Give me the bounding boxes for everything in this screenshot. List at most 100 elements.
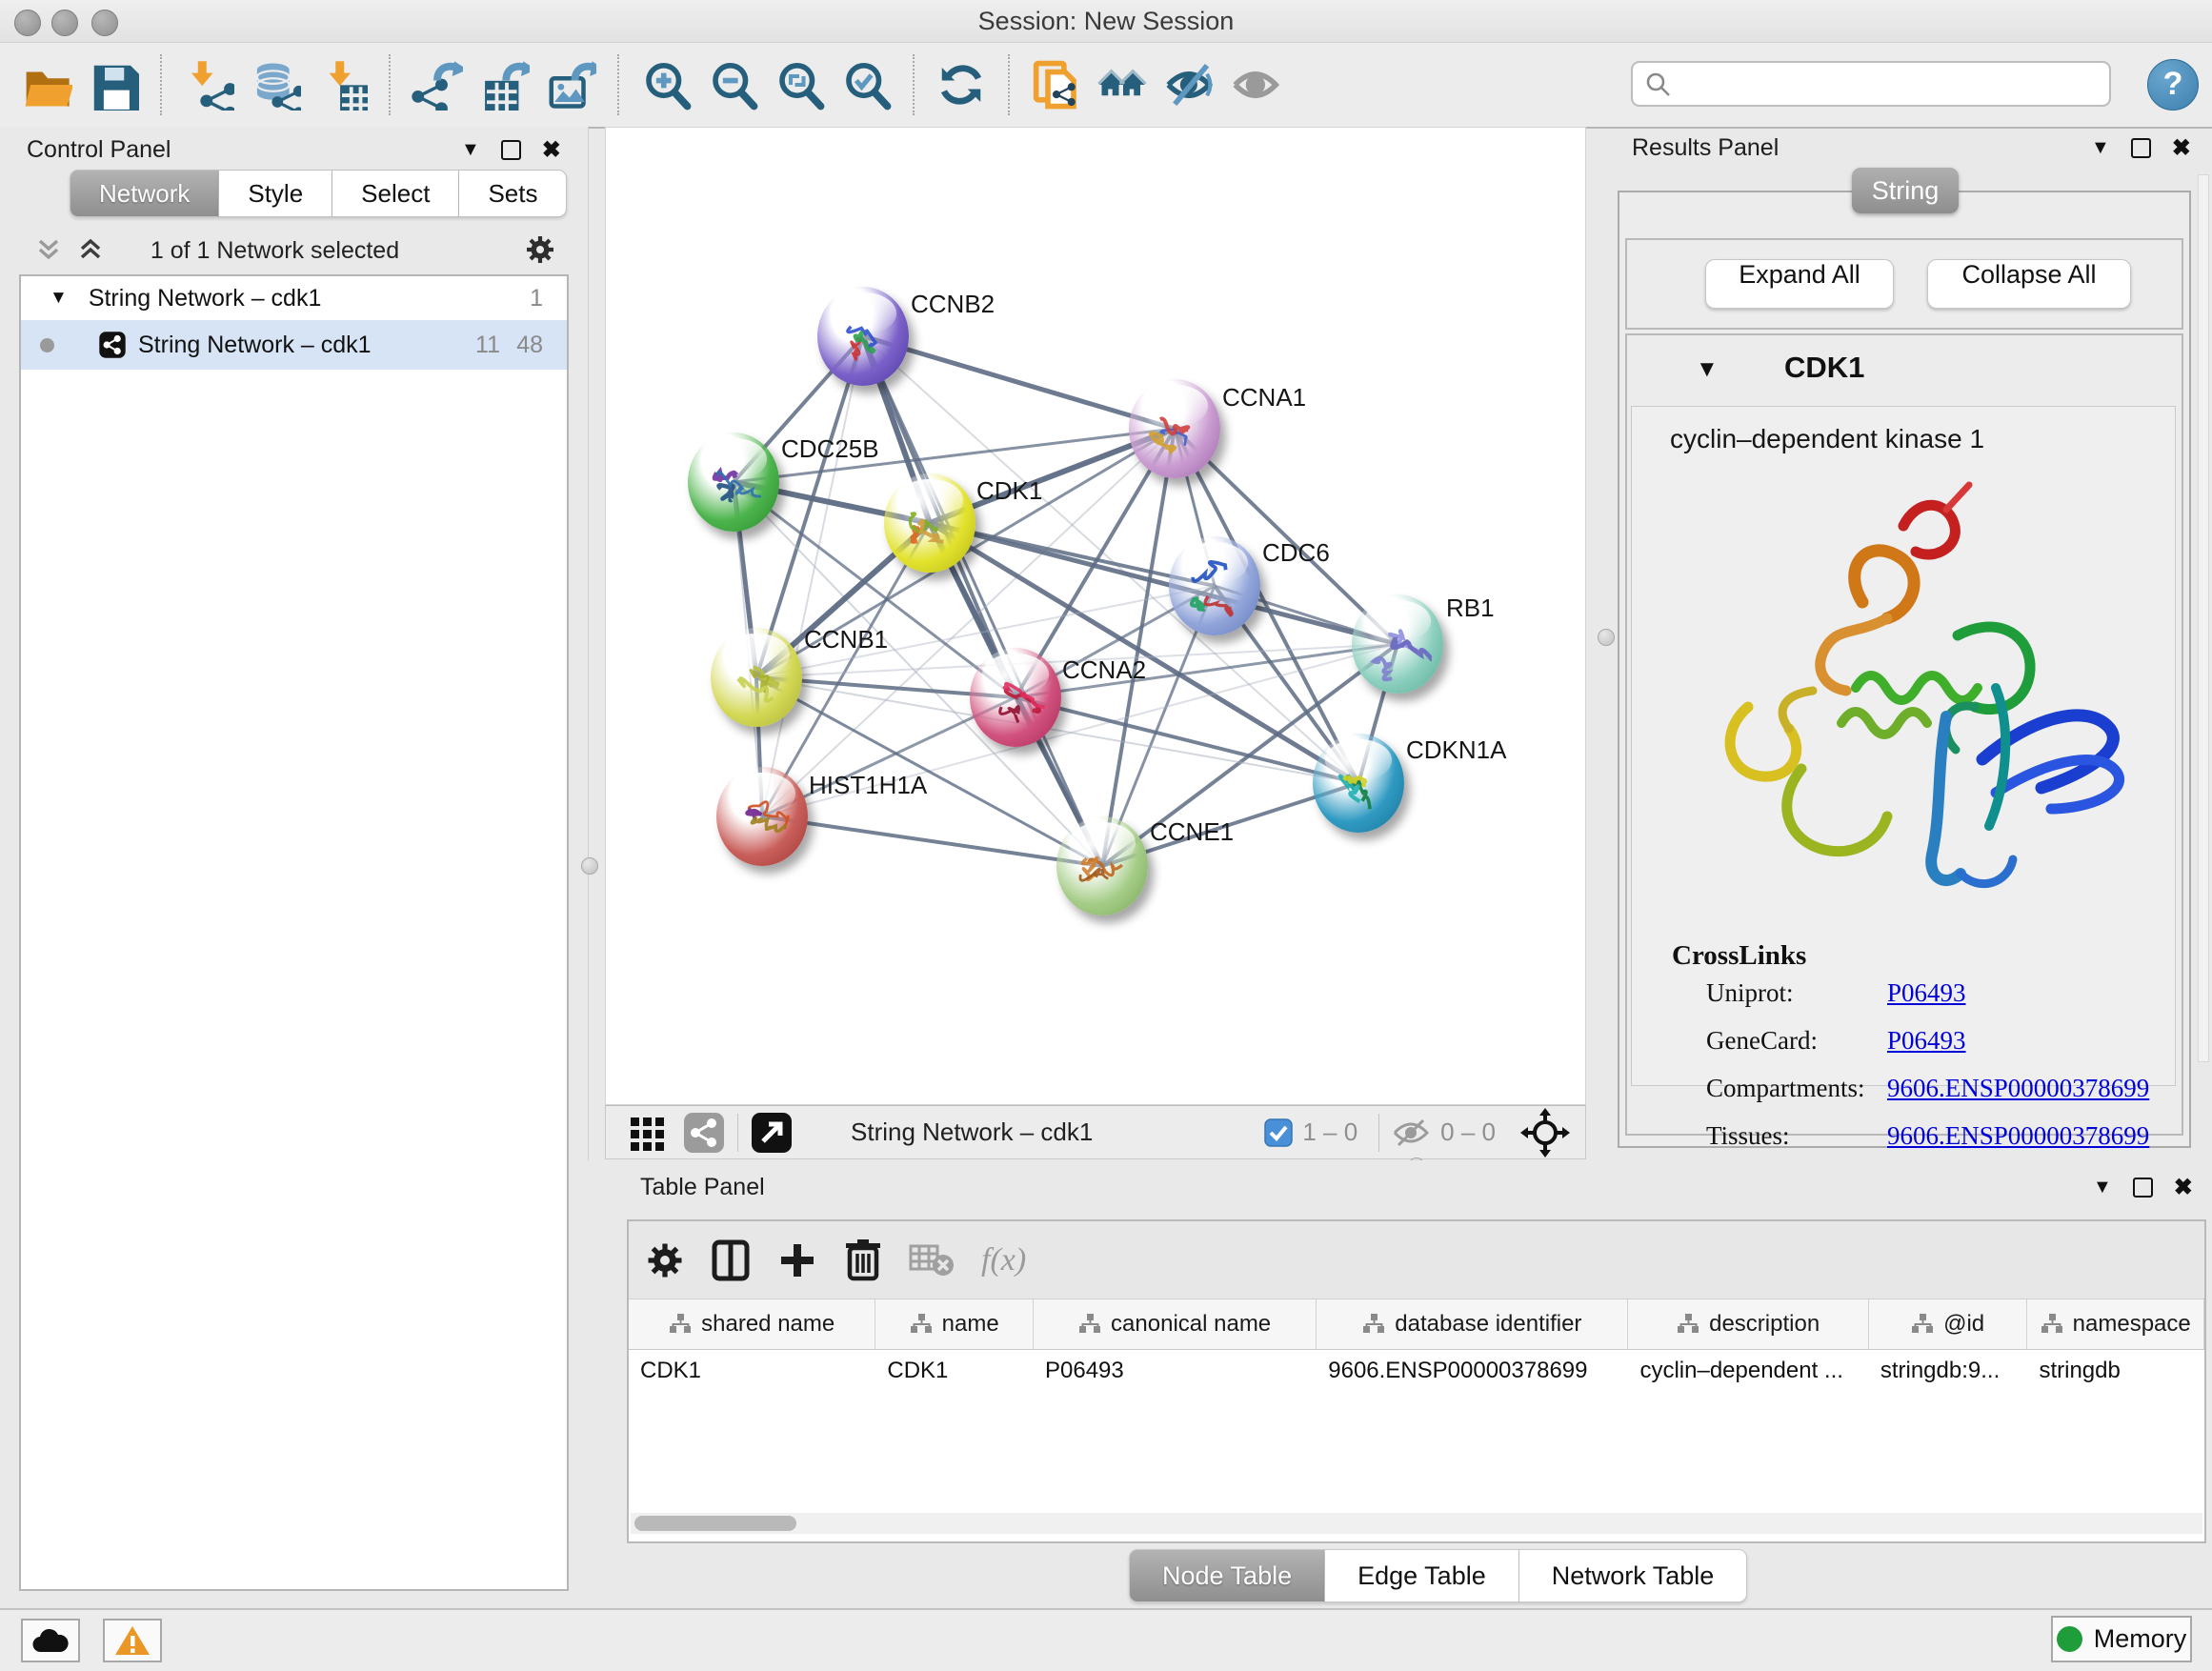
- import-network-file-button[interactable]: [175, 54, 242, 115]
- collapse-caret-icon[interactable]: ▼: [1696, 356, 1719, 383]
- collapse-all-button[interactable]: Collapse All: [1927, 259, 2131, 309]
- tab-style[interactable]: Style: [219, 170, 332, 217]
- zoom-out-button[interactable]: [699, 54, 766, 115]
- export-network-button[interactable]: [404, 54, 471, 115]
- split-columns-icon[interactable]: [711, 1238, 751, 1282]
- network-node-ccna2[interactable]: [970, 648, 1061, 747]
- close-panel-icon[interactable]: ✖: [2172, 134, 2191, 162]
- network-node-rb1[interactable]: [1352, 594, 1443, 694]
- zoom-fit-button[interactable]: [766, 54, 833, 115]
- network-node-ccnb2[interactable]: [817, 287, 909, 386]
- cloud-button[interactable]: [21, 1619, 80, 1662]
- tab-node-table[interactable]: Node Table: [1129, 1549, 1325, 1602]
- left-splitter-handle[interactable]: [581, 857, 598, 875]
- table-cell[interactable]: stringdb: [2027, 1350, 2204, 1392]
- crosslink-link[interactable]: 9606.ENSP00000378699: [1887, 1074, 2149, 1103]
- float-panel-icon[interactable]: ▼: [2091, 137, 2110, 159]
- table-horizontal-scrollbar[interactable]: [631, 1513, 2202, 1534]
- table-cell[interactable]: stringdb:9...: [1869, 1350, 2028, 1392]
- tree-expander-icon[interactable]: ▼: [50, 288, 68, 309]
- export-image-button[interactable]: [537, 54, 604, 115]
- houses-button[interactable]: [1090, 54, 1156, 115]
- expand-all-button[interactable]: Expand All: [1705, 259, 1894, 309]
- maximize-panel-icon[interactable]: [2133, 1178, 2153, 1198]
- network-node-cdkn1a[interactable]: [1313, 734, 1404, 833]
- results-scrollbar[interactable]: [2198, 174, 2209, 1062]
- float-panel-icon[interactable]: ▼: [461, 139, 480, 161]
- column-header-shared-name[interactable]: shared name: [629, 1299, 875, 1349]
- column-header--id[interactable]: @id: [1869, 1299, 2028, 1349]
- import-table-button[interactable]: [309, 54, 375, 115]
- import-network-database-button[interactable]: [242, 54, 309, 115]
- column-header-database-identifier[interactable]: database identifier: [1317, 1299, 1628, 1349]
- add-column-icon[interactable]: [777, 1240, 817, 1280]
- column-header-name[interactable]: name: [875, 1299, 1034, 1349]
- crosshair-icon[interactable]: [1520, 1108, 1570, 1158]
- function-builder-icon[interactable]: f(x): [981, 1242, 1026, 1278]
- scrollbar-thumb[interactable]: [634, 1516, 796, 1531]
- network-options-gear-icon[interactable]: [525, 234, 555, 265]
- network-node-cdc25b[interactable]: [688, 433, 779, 532]
- tab-string[interactable]: String: [1852, 168, 1959, 213]
- clear-table-icon[interactable]: [909, 1242, 955, 1278]
- node-details-header[interactable]: ▼ CDK1: [1627, 335, 2182, 406]
- column-header-description[interactable]: description: [1628, 1299, 1868, 1349]
- network-canvas[interactable]: CCNB2 CCNA1 CDC25B CDK1 CDC6 RB1 CCNB1 C…: [605, 127, 1586, 1105]
- table-cell[interactable]: CDK1: [875, 1350, 1034, 1392]
- crosslink-link[interactable]: 9606.ENSP00000378699: [1887, 1121, 2149, 1151]
- hidden-eye-icon[interactable]: [1391, 1117, 1431, 1149]
- tab-network[interactable]: Network: [70, 170, 219, 217]
- network-node-cdk1[interactable]: [884, 473, 975, 573]
- control-panel-title: Control Panel: [27, 136, 171, 164]
- memory-button[interactable]: Memory: [2051, 1616, 2192, 1662]
- float-panel-icon[interactable]: ▼: [2093, 1177, 2112, 1198]
- crosslinks-title: CrossLinks: [1672, 940, 1806, 972]
- warnings-button[interactable]: [103, 1619, 162, 1662]
- open-session-button[interactable]: [13, 54, 80, 115]
- table-cell[interactable]: cyclin–dependent ...: [1628, 1350, 1868, 1392]
- column-header-canonical-name[interactable]: canonical name: [1034, 1299, 1317, 1349]
- duplicate-network-button[interactable]: [1023, 54, 1090, 115]
- crosslink-label: Tissues:: [1706, 1121, 1790, 1150]
- tab-edge-table[interactable]: Edge Table: [1325, 1549, 1519, 1602]
- external-view-icon[interactable]: [750, 1111, 794, 1155]
- save-session-button[interactable]: [80, 54, 147, 115]
- network-node-ccnb1[interactable]: [711, 628, 802, 727]
- table-cell[interactable]: 9606.ENSP00000378699: [1317, 1350, 1628, 1392]
- share-network-icon[interactable]: [682, 1111, 726, 1155]
- export-table-button[interactable]: [471, 54, 537, 115]
- show-all-eye-button[interactable]: [1223, 54, 1290, 115]
- network-node-ccna1[interactable]: [1129, 379, 1220, 478]
- network-node-hist1h1a[interactable]: [716, 767, 808, 866]
- crosslink-link[interactable]: P06493: [1887, 1026, 1966, 1056]
- selected-checkbox[interactable]: [1264, 1118, 1293, 1147]
- settings-gear-icon[interactable]: [646, 1241, 684, 1279]
- network-tree-item[interactable]: ▼ String Network – cdk11: [21, 276, 567, 320]
- refresh-button[interactable]: [928, 54, 995, 115]
- network-node-cdc6[interactable]: [1169, 536, 1260, 635]
- table-row[interactable]: CDK1CDK1P064939606.ENSP00000378699cyclin…: [629, 1350, 2204, 1392]
- close-panel-icon[interactable]: ✖: [542, 136, 561, 164]
- grid-view-icon[interactable]: [627, 1112, 669, 1154]
- maximize-panel-icon[interactable]: [2131, 138, 2151, 158]
- hide-selected-eye-button[interactable]: [1156, 54, 1223, 115]
- table-panel-title: Table Panel: [640, 1174, 765, 1201]
- search-input[interactable]: [1631, 61, 2111, 107]
- zoom-selected-button[interactable]: [833, 54, 899, 115]
- delete-column-icon[interactable]: [844, 1238, 882, 1282]
- help-button[interactable]: ?: [2147, 59, 2199, 111]
- zoom-in-button[interactable]: [633, 54, 699, 115]
- tab-select[interactable]: Select: [332, 170, 459, 217]
- shared-column-icon: [669, 1314, 692, 1335]
- close-panel-icon[interactable]: ✖: [2174, 1174, 2193, 1201]
- tab-sets[interactable]: Sets: [459, 170, 567, 217]
- tab-network-table[interactable]: Network Table: [1519, 1549, 1748, 1602]
- table-cell[interactable]: CDK1: [629, 1350, 875, 1392]
- column-header-namespace[interactable]: namespace: [2027, 1299, 2204, 1349]
- crosslink-link[interactable]: P06493: [1887, 978, 1966, 1008]
- node-table-container: f(x) shared name name canonical name dat…: [627, 1219, 2206, 1543]
- network-tree-item[interactable]: String Network – cdk11148: [21, 320, 567, 370]
- maximize-panel-icon[interactable]: [501, 140, 521, 160]
- table-cell[interactable]: P06493: [1034, 1350, 1317, 1392]
- network-node-ccne1[interactable]: [1056, 816, 1148, 916]
